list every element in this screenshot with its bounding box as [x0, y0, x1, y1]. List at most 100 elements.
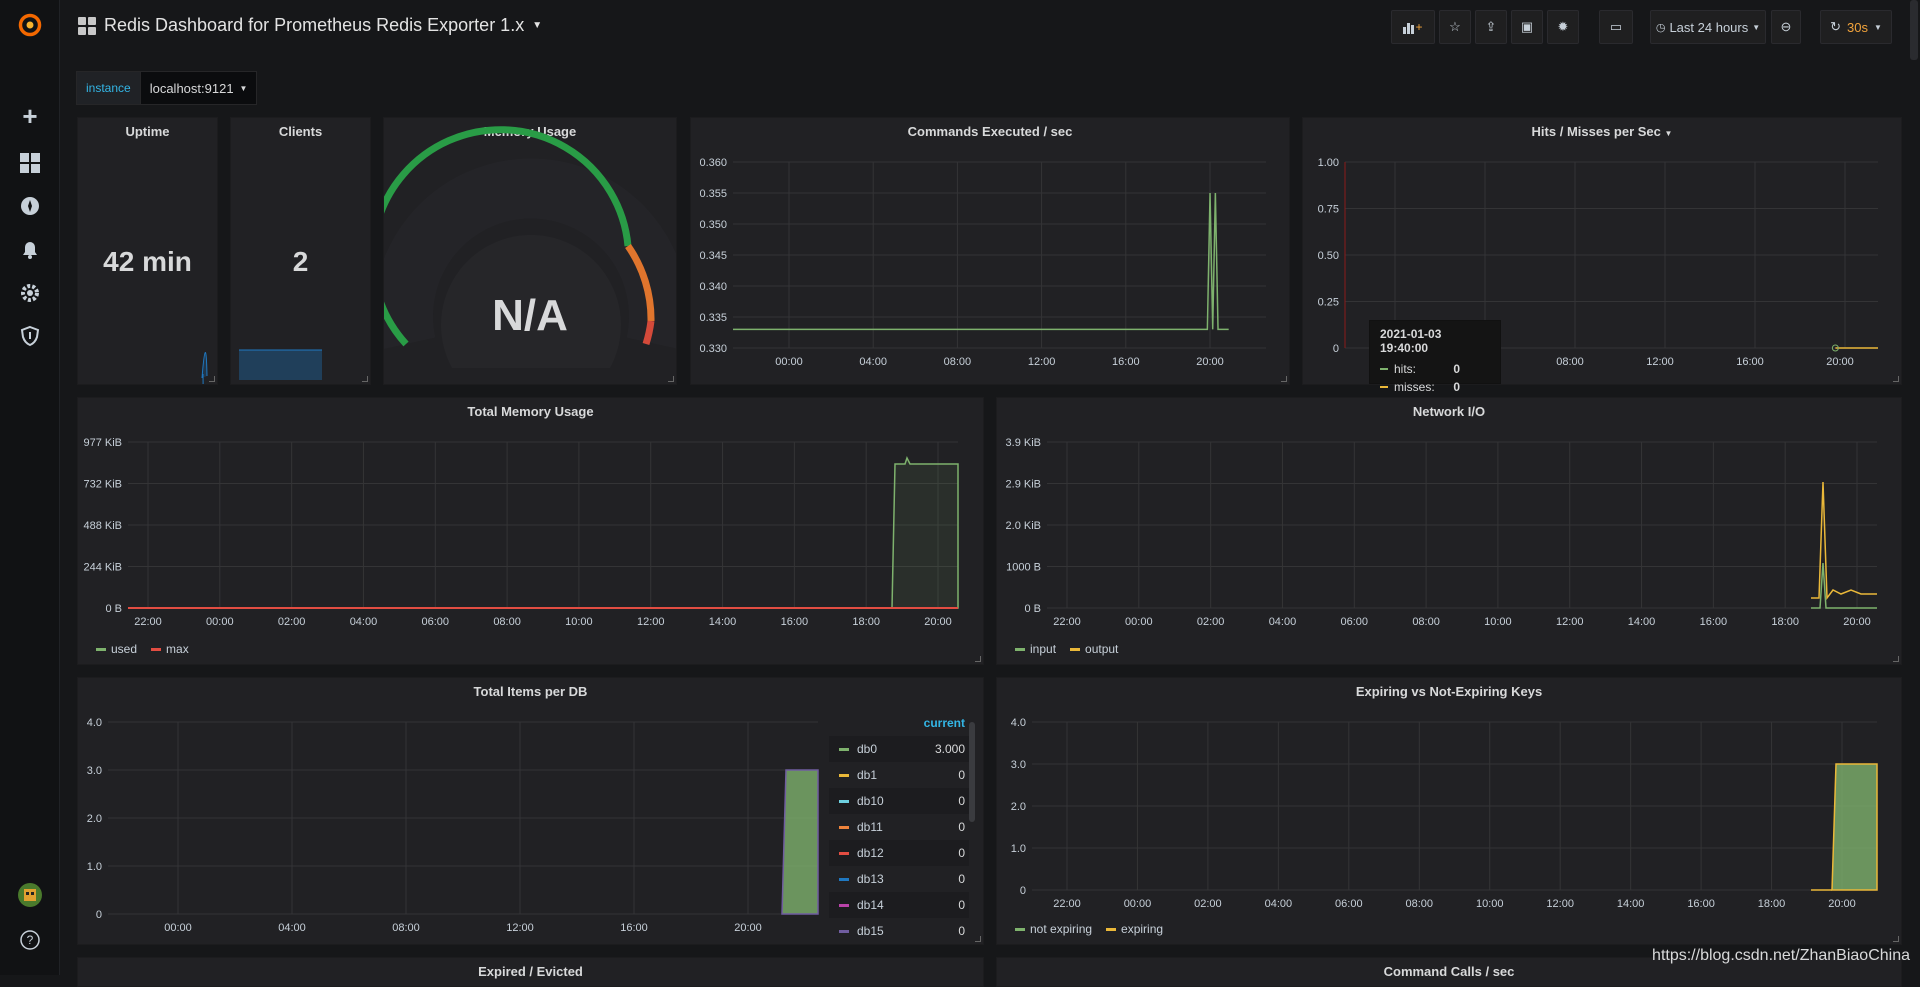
x-tick-label: 04:00	[1269, 616, 1297, 628]
legend-row-db0[interactable]: db03.000	[829, 736, 969, 762]
star-icon: ☆	[1449, 19, 1461, 35]
legend-item[interactable]: expiring	[1106, 922, 1163, 936]
commands-chart: 0.3600.3550.3500.3450.3400.3350.33000:00…	[691, 118, 1290, 385]
total-memory-panel[interactable]: Total Memory Usage 977 KiB732 KiB488 KiB…	[77, 397, 984, 665]
db-legend-table: current db03.000db10db100db110db120db130…	[829, 716, 969, 944]
y-tick-label: 0 B	[105, 603, 122, 615]
alerting-bell-icon[interactable]	[17, 236, 43, 262]
legend-scrollbar[interactable]	[969, 722, 975, 822]
legend-item[interactable]: output	[1070, 642, 1118, 656]
chart-legend: not expiring expiring	[1015, 922, 1163, 936]
legend-row-db10[interactable]: db100	[829, 788, 969, 814]
memory-usage-panel[interactable]: Memory Usage N/A	[383, 117, 677, 385]
legend-name: db0	[857, 742, 935, 756]
legend-item[interactable]: max	[151, 642, 189, 656]
x-tick-label: 12:00	[1556, 616, 1584, 628]
x-tick-label: 12:00	[506, 922, 534, 934]
legend-item[interactable]: not expiring	[1015, 922, 1092, 936]
resize-handle[interactable]	[1893, 656, 1899, 662]
grafana-logo-icon[interactable]	[17, 12, 43, 38]
legend-current-value: 0	[958, 898, 965, 912]
resize-handle[interactable]	[1281, 376, 1287, 382]
variable-label: instance	[76, 71, 141, 105]
resize-handle[interactable]	[1893, 376, 1899, 382]
resize-handle[interactable]	[362, 376, 368, 382]
caret-down-icon: ▼	[1752, 23, 1760, 32]
resize-handle[interactable]	[668, 376, 674, 382]
legend-label: expiring	[1121, 922, 1163, 936]
resize-handle[interactable]	[975, 936, 981, 942]
x-tick-label: 16:00	[620, 922, 648, 934]
star-button[interactable]: ☆	[1439, 10, 1471, 44]
settings-button[interactable]: ✹	[1547, 10, 1579, 44]
legend-label: max	[166, 642, 189, 656]
variable-dropdown[interactable]: localhost:9121 ▼	[141, 71, 258, 105]
x-tick-label: 02:00	[278, 616, 306, 628]
explore-icon[interactable]	[17, 193, 43, 219]
shield-icon[interactable]	[17, 323, 43, 349]
legend-header-current[interactable]: current	[829, 716, 969, 730]
legend-row-db14[interactable]: db140	[829, 892, 969, 918]
legend-name: db13	[857, 872, 958, 886]
share-icon: ⇪	[1486, 19, 1497, 35]
legend-label: not expiring	[1030, 922, 1092, 936]
configuration-gear-icon[interactable]	[17, 280, 43, 306]
y-tick-label: 0.25	[1318, 297, 1339, 309]
clients-sparkline	[231, 118, 371, 385]
dashboards-icon[interactable]	[17, 150, 43, 176]
x-tick-label: 02:00	[1197, 616, 1225, 628]
expiring-keys-panel[interactable]: Expiring vs Not-Expiring Keys 4.03.02.01…	[996, 677, 1902, 945]
legend-item[interactable]: used	[96, 642, 137, 656]
uptime-panel[interactable]: Uptime 42 min	[77, 117, 218, 385]
resize-handle[interactable]	[209, 376, 215, 382]
network-chart: 3.9 KiB2.9 KiB2.0 KiB1000 B0 B22:0000:00…	[997, 398, 1902, 665]
legend-row-db11[interactable]: db110	[829, 814, 969, 840]
clients-panel[interactable]: Clients 2	[230, 117, 371, 385]
monitor-icon: ▭	[1610, 19, 1622, 35]
memory-gauge	[384, 118, 677, 385]
y-tick-label: 0.345	[699, 250, 727, 262]
y-tick-label: 0.360	[699, 157, 727, 169]
refresh-button[interactable]: ↻ 30s ▼	[1820, 10, 1892, 44]
x-tick-label: 20:00	[1843, 616, 1871, 628]
series-swatch	[839, 774, 849, 777]
zoom-out-button[interactable]: ⊖	[1771, 10, 1801, 44]
legend-row-db12[interactable]: db120	[829, 840, 969, 866]
y-tick-label: 0	[1020, 885, 1026, 897]
legend-name: db12	[857, 846, 958, 860]
network-io-panel[interactable]: Network I/O 3.9 KiB2.9 KiB2.0 KiB1000 B0…	[996, 397, 1902, 665]
y-tick-label: 3.0	[1011, 759, 1026, 771]
resize-handle[interactable]	[1893, 936, 1899, 942]
legend-row-db15[interactable]: db150	[829, 918, 969, 944]
y-tick-label: 1.0	[1011, 843, 1026, 855]
expired-evicted-panel[interactable]: Expired / Evicted	[77, 957, 984, 987]
commands-panel[interactable]: Commands Executed / sec 0.3600.3550.3500…	[690, 117, 1290, 385]
time-picker-button[interactable]: ◷ Last 24 hours ▼	[1650, 10, 1766, 44]
page-scrollbar[interactable]	[1910, 0, 1918, 60]
legend-row-db13[interactable]: db130	[829, 866, 969, 892]
legend-item[interactable]: input	[1015, 642, 1056, 656]
y-tick-label: 1000 B	[1006, 562, 1041, 574]
y-tick-label: 2.0	[87, 813, 102, 825]
user-avatar[interactable]	[17, 882, 43, 908]
resize-handle[interactable]	[975, 656, 981, 662]
x-tick-label: 12:00	[637, 616, 665, 628]
share-button[interactable]: ⇪	[1475, 10, 1507, 44]
help-icon[interactable]: ?	[17, 927, 43, 953]
plus-icon[interactable]: +	[17, 103, 43, 129]
legend-label: used	[111, 642, 137, 656]
tooltip-value: 0	[1453, 362, 1460, 376]
dashboard-title[interactable]: Redis Dashboard for Prometheus Redis Exp…	[78, 15, 542, 36]
y-tick-label: 0 B	[1024, 603, 1041, 615]
y-tick-label: 1.0	[87, 861, 102, 873]
save-button[interactable]: ▣	[1511, 10, 1543, 44]
x-tick-label: 20:00	[1826, 356, 1854, 368]
x-tick-label: 16:00	[781, 616, 809, 628]
add-panel-button[interactable]: +	[1391, 10, 1435, 44]
legend-row-db1[interactable]: db10	[829, 762, 969, 788]
x-tick-label: 04:00	[278, 922, 306, 934]
items-per-db-panel[interactable]: Total Items per DB 4.03.02.01.0000:0004:…	[77, 677, 984, 945]
y-tick-label: 0.350	[699, 219, 727, 231]
tv-mode-button[interactable]: ▭	[1599, 10, 1633, 44]
x-tick-label: 12:00	[1646, 356, 1674, 368]
